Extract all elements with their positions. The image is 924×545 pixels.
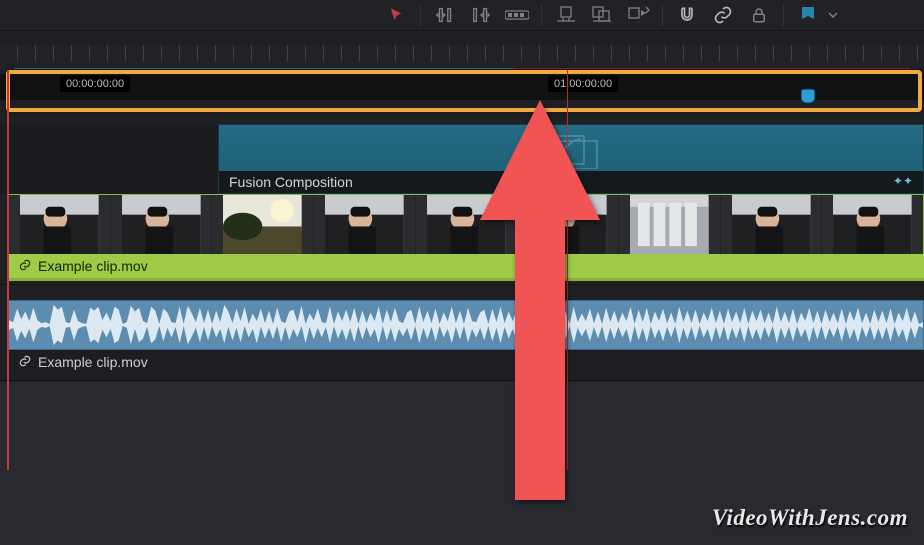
timeline-ruler[interactable] [0,45,924,69]
link-icon [18,354,32,371]
audio-clip-label-bar[interactable]: Example clip.mov [8,350,924,374]
audio-clip[interactable] [8,300,924,350]
link-toggle[interactable] [705,0,741,30]
razor-tool[interactable] [499,0,535,30]
fusion-curve-icon [543,135,599,174]
timeline-marker[interactable] [802,90,814,102]
insert-tool[interactable] [620,0,656,30]
divider [662,4,663,26]
thumbnail [111,195,212,254]
start-marker-line [7,70,9,470]
trim-out-tool[interactable] [463,0,499,30]
thumbnail [416,195,517,254]
fusion-clip[interactable]: Fusion Composition ✦✦ [218,124,924,194]
watermark: VideoWithJens.com [712,505,908,531]
video-clip-label-bar[interactable]: Example clip.mov [8,254,924,278]
thumbnail [212,195,313,254]
divider [420,4,421,26]
divider [541,4,542,26]
thumbnail [9,195,110,254]
thumbnail [822,195,923,254]
playhead[interactable] [567,70,568,470]
audio-track[interactable]: Example clip.mov [0,300,924,381]
fusion-track[interactable]: Fusion Composition ✦✦ [0,124,924,195]
video-clip[interactable] [8,194,924,254]
timecode-label: 00:00:00:00 [60,76,130,92]
divider [783,4,784,26]
selection-tool[interactable] [378,0,414,30]
fusion-clip-label: Fusion Composition [229,174,353,190]
position-lock-tool[interactable] [548,0,584,30]
lock-toggle[interactable] [741,0,777,30]
snap-toggle[interactable] [669,0,705,30]
in-out-bar[interactable] [14,68,514,69]
replace-tool[interactable] [584,0,620,30]
effects-icon: ✦✦ [893,174,913,190]
audio-clip-label: Example clip.mov [38,354,148,370]
range-track[interactable] [0,74,924,100]
flag-marker[interactable] [790,0,826,30]
thumbnail [314,195,415,254]
toolbar [0,0,924,31]
video-clip-label: Example clip.mov [38,258,148,274]
flag-dropdown[interactable] [826,0,840,30]
link-icon [18,258,32,275]
thumbnail [721,195,822,254]
video-track[interactable]: Example clip.mov [0,194,924,285]
thumbnail [619,195,720,254]
trim-in-tool[interactable] [427,0,463,30]
timecode-label: 01:00:00:00 [548,76,618,92]
